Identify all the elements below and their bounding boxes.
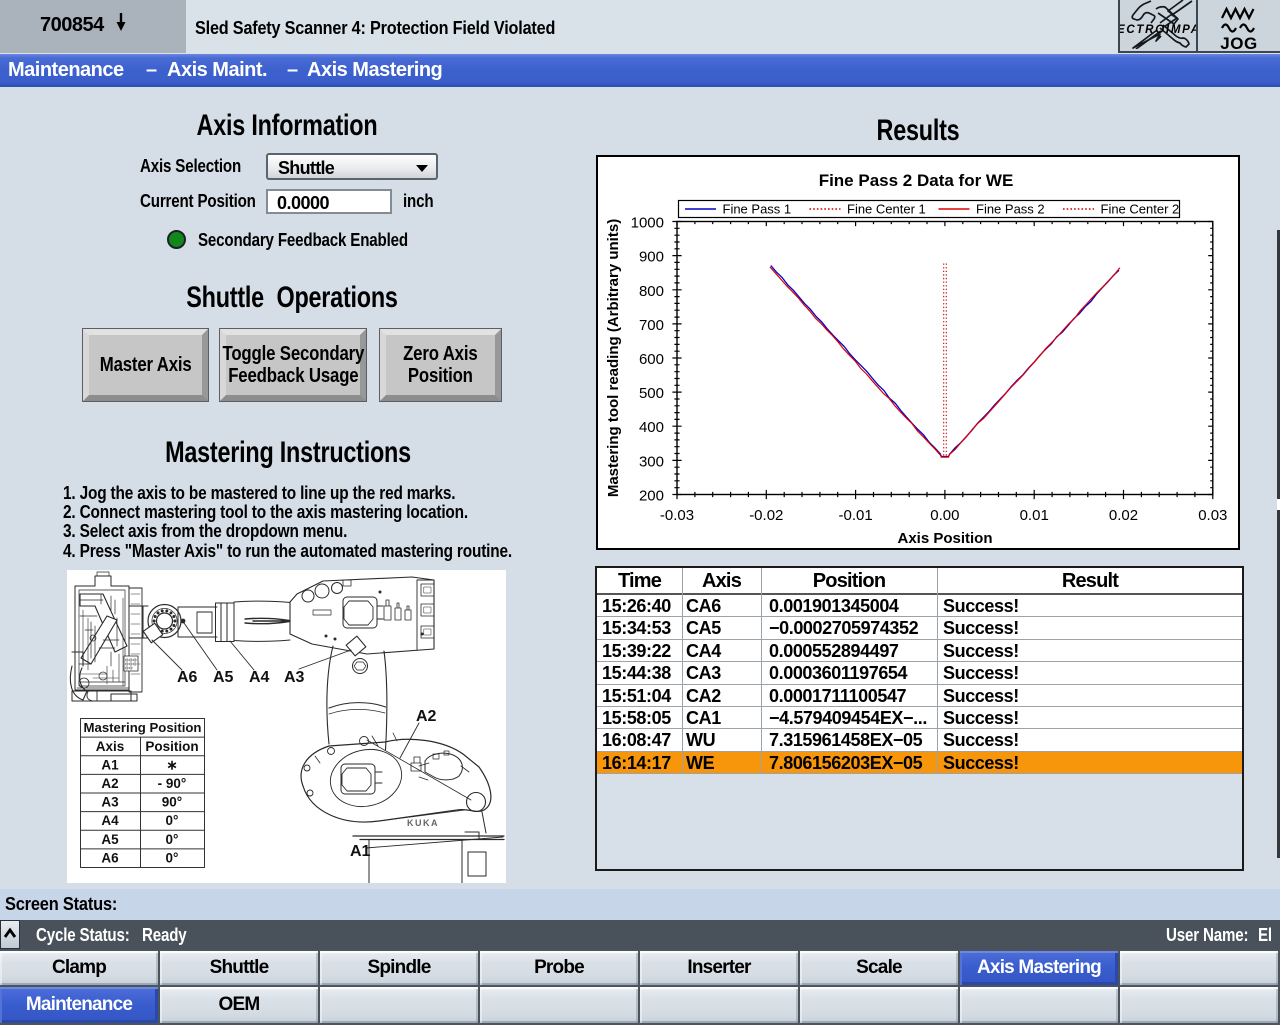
svg-text:KUKA: KUKA: [407, 818, 439, 828]
svg-text:Axis Position: Axis Position: [897, 530, 992, 547]
svg-text:A2: A2: [416, 708, 437, 725]
svg-text:A4: A4: [249, 669, 270, 686]
svg-text:-0.02: -0.02: [749, 507, 783, 524]
svg-text:0.00: 0.00: [930, 507, 959, 524]
svg-text:300: 300: [639, 453, 664, 470]
svg-text:500: 500: [639, 385, 664, 402]
svg-text:90°: 90°: [162, 795, 182, 810]
svg-text:0°: 0°: [166, 813, 179, 828]
svg-text:- 90°: - 90°: [158, 776, 187, 791]
svg-text:400: 400: [639, 419, 664, 436]
svg-text:Position: Position: [145, 739, 198, 754]
svg-text:A1: A1: [350, 843, 371, 860]
svg-text:A2: A2: [101, 776, 118, 791]
svg-text:200: 200: [639, 488, 664, 505]
svg-text:A3: A3: [284, 669, 305, 686]
svg-text:A1: A1: [101, 757, 119, 772]
svg-text:ECTROIMPA: ECTROIMPA: [1120, 24, 1196, 36]
svg-text:0.02: 0.02: [1109, 507, 1138, 524]
svg-text:A3: A3: [101, 795, 119, 810]
svg-text:A5: A5: [101, 832, 119, 847]
svg-text:∗: ∗: [166, 757, 177, 772]
svg-text:A6: A6: [101, 851, 119, 866]
svg-text:Fine Pass 1: Fine Pass 1: [723, 202, 792, 217]
svg-text:1000: 1000: [631, 215, 664, 232]
svg-text:600: 600: [639, 351, 664, 368]
svg-text:900: 900: [639, 249, 664, 266]
svg-text:Fine Pass 2 Data for WE: Fine Pass 2 Data for WE: [819, 171, 1014, 190]
svg-text:Fine Pass 2: Fine Pass 2: [976, 202, 1045, 217]
svg-text:-0.01: -0.01: [838, 507, 872, 524]
svg-text:700: 700: [639, 317, 664, 334]
svg-text:Fine Center 2: Fine Center 2: [1101, 202, 1180, 217]
svg-text:Mastering tool reading (Arbitr: Mastering tool reading (Arbitrary units): [605, 219, 622, 497]
svg-text:Mastering Position: Mastering Position: [84, 720, 202, 735]
svg-text:0.03: 0.03: [1198, 507, 1227, 524]
svg-text:A6: A6: [177, 669, 198, 686]
svg-text:-0.03: -0.03: [660, 507, 694, 524]
svg-text:0.01: 0.01: [1020, 507, 1049, 524]
svg-text:A4: A4: [101, 813, 119, 828]
svg-text:0°: 0°: [166, 832, 179, 847]
svg-text:800: 800: [639, 283, 664, 300]
svg-text:0°: 0°: [166, 851, 179, 866]
svg-text:A5: A5: [213, 669, 234, 686]
svg-text:Fine Center 1: Fine Center 1: [847, 202, 926, 217]
svg-text:Axis: Axis: [96, 739, 125, 754]
